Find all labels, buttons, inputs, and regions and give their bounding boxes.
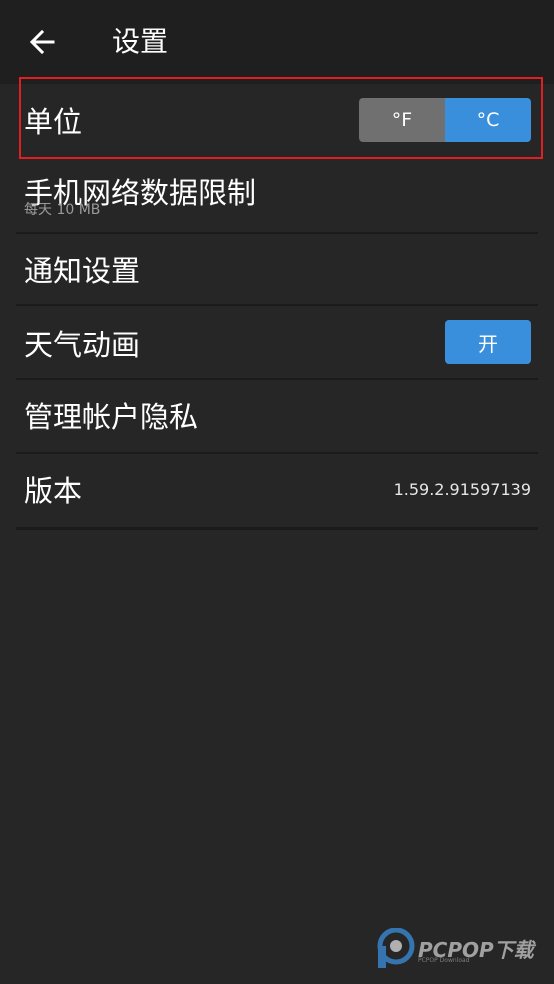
privacy-label: 管理帐户隐私 [24,400,199,434]
fahrenheit-option[interactable]: °F [359,98,445,142]
back-button[interactable] [22,22,62,62]
weather-animation-label: 天气动画 [24,328,141,362]
settings-row-data-limit[interactable]: 手机网络数据限制 每天 10 MB [16,160,538,234]
settings-row-privacy[interactable]: 管理帐户隐私 [16,380,538,454]
watermark: PCPOP下载 PCPOP Download [376,928,546,972]
page-title: 设置 [112,25,169,58]
watermark-subtext: PCPOP Download [418,957,470,964]
units-label: 单位 [24,105,83,139]
notifications-label: 通知设置 [24,254,141,288]
pcpop-logo-icon [377,928,415,968]
arrow-left-icon [29,29,55,55]
settings-row-version: 版本 1.59.2.91597139 [16,454,538,530]
celsius-option[interactable]: °C [445,98,531,142]
data-limit-value: 每天 10 MB [24,202,101,218]
version-label: 版本 [24,474,83,508]
settings-row-units: 单位 °F °C [16,84,538,156]
version-value: 1.59.2.91597139 [393,480,531,499]
settings-row-notifications[interactable]: 通知设置 [16,234,538,306]
unit-segmented-control: °F °C [359,98,531,142]
app-header: 设置 [0,0,554,84]
settings-row-weather-animation: 天气动画 开 [16,306,538,380]
weather-animation-toggle[interactable]: 开 [445,320,531,364]
